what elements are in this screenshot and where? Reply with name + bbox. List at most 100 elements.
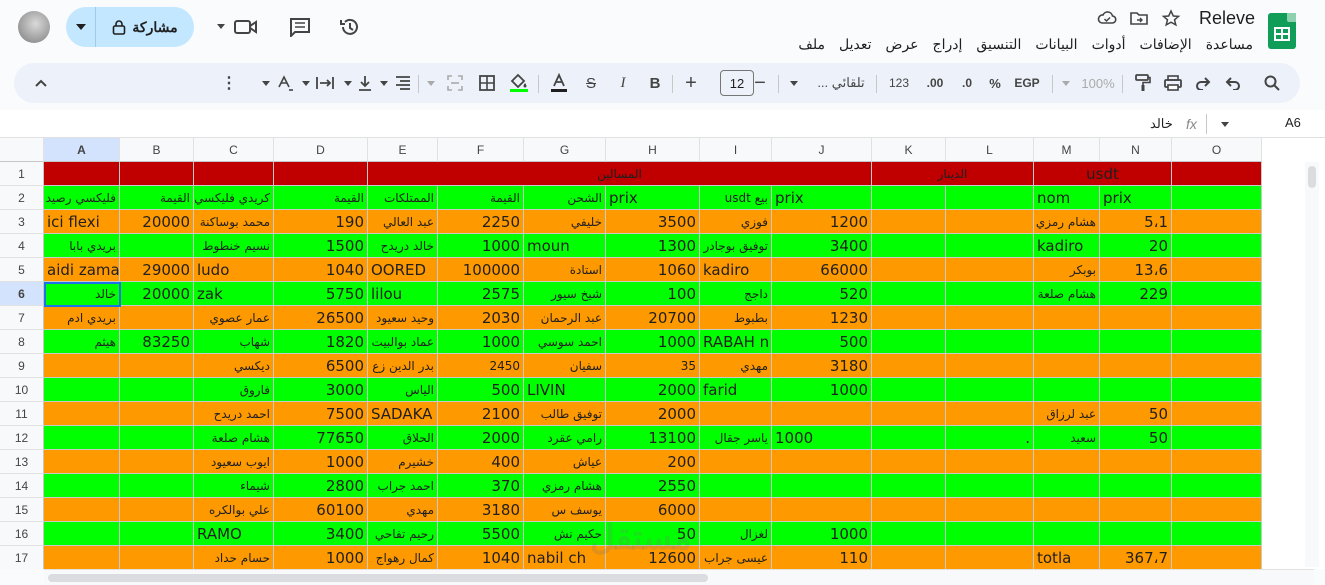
cell-g2[interactable]: الشحن xyxy=(524,186,606,210)
cell-f6[interactable]: 2575 xyxy=(438,282,524,306)
cell-o4[interactable] xyxy=(1172,234,1262,258)
cell-b9[interactable] xyxy=(120,354,194,378)
cell-l7[interactable] xyxy=(946,306,1034,330)
print-icon[interactable] xyxy=(1160,63,1186,103)
row-header-11[interactable]: 11 xyxy=(0,402,44,426)
cell-e12[interactable]: الحلاق xyxy=(368,426,438,450)
decrease-decimal-button[interactable]: .0 xyxy=(954,63,980,103)
cell-o13[interactable] xyxy=(1172,450,1262,474)
cell-j4[interactable]: 3400 xyxy=(772,234,872,258)
cell-a4[interactable]: بريدي بابا xyxy=(44,234,120,258)
column-header-k[interactable]: K xyxy=(872,138,946,162)
cell-e9[interactable]: بدر الدين زع xyxy=(368,354,438,378)
cell-h6[interactable]: 100 xyxy=(606,282,700,306)
cell-d6[interactable]: 5750 xyxy=(274,282,368,306)
menu-view[interactable]: عرض xyxy=(886,36,919,53)
merge-cells-icon[interactable] xyxy=(442,63,468,103)
cell-l17[interactable] xyxy=(946,546,1034,569)
font-dropdown-icon[interactable] xyxy=(786,63,802,103)
avatar[interactable] xyxy=(18,11,50,43)
cell-o5[interactable] xyxy=(1172,258,1262,282)
cell-n15[interactable] xyxy=(1100,498,1172,522)
menu-edit[interactable]: تعديل xyxy=(839,36,872,53)
cell-m6[interactable]: هشام صلعة xyxy=(1034,282,1100,306)
cell-o6[interactable] xyxy=(1172,282,1262,306)
cell-b1[interactable] xyxy=(120,162,194,186)
text-rotation-icon[interactable] xyxy=(272,63,298,103)
cell-l12[interactable]: . xyxy=(946,426,1034,450)
row-header-4[interactable]: 4 xyxy=(0,234,44,258)
cell-k4[interactable] xyxy=(872,234,946,258)
borders-icon[interactable] xyxy=(474,63,500,103)
cell-h4[interactable]: 1300 xyxy=(606,234,700,258)
cell-b10[interactable] xyxy=(120,378,194,402)
cell-j2[interactable]: prix xyxy=(772,186,872,210)
row-header-8[interactable]: 8 xyxy=(0,330,44,354)
valign-dropdown-icon[interactable] xyxy=(342,63,354,103)
cell-j9[interactable]: 3180 xyxy=(772,354,872,378)
cell-f5[interactable]: 100000 xyxy=(438,258,524,282)
cell-d13[interactable]: 1000 xyxy=(274,450,368,474)
cell-m15[interactable] xyxy=(1034,498,1100,522)
cell-d1[interactable] xyxy=(274,162,368,186)
cell-a16[interactable] xyxy=(44,522,120,546)
column-header-a[interactable]: A xyxy=(44,138,120,162)
merge-dropdown-icon[interactable] xyxy=(424,63,438,103)
row-header-17[interactable]: 17 xyxy=(0,546,44,569)
cell-e8[interactable]: عماد بوالبيت xyxy=(368,330,438,354)
cell-n5[interactable]: 13،6 xyxy=(1100,258,1172,282)
cell-l13[interactable] xyxy=(946,450,1034,474)
cell-f7[interactable]: 2030 xyxy=(438,306,524,330)
cell-l3[interactable] xyxy=(946,210,1034,234)
cell-m12[interactable]: سعيد xyxy=(1034,426,1100,450)
cell-i17[interactable]: عيسى جراب xyxy=(700,546,772,569)
cell-j5[interactable]: 66000 xyxy=(772,258,872,282)
cell-a3[interactable]: ici flexi xyxy=(44,210,120,234)
cell-a1[interactable] xyxy=(44,162,120,186)
cell-o15[interactable] xyxy=(1172,498,1262,522)
cell-a2[interactable]: فليكسي رصيد xyxy=(44,186,120,210)
cell-m5[interactable]: بوبكر xyxy=(1034,258,1100,282)
cell-i7[interactable]: بطبوط xyxy=(700,306,772,330)
cell-l4[interactable] xyxy=(946,234,1034,258)
cell-k3[interactable] xyxy=(872,210,946,234)
cell-g9[interactable]: سفيان xyxy=(524,354,606,378)
cell-b15[interactable] xyxy=(120,498,194,522)
cell-o14[interactable] xyxy=(1172,474,1262,498)
row-header-6[interactable]: 6 xyxy=(0,282,44,306)
name-box[interactable]: A6 xyxy=(1285,115,1325,130)
cell-f11[interactable]: 2100 xyxy=(438,402,524,426)
cell-d10[interactable]: 3000 xyxy=(274,378,368,402)
cell-g13[interactable]: عياش xyxy=(524,450,606,474)
cell-j16[interactable]: 1000 xyxy=(772,522,872,546)
cell-c10[interactable]: فاروق xyxy=(194,378,274,402)
row-header-3[interactable]: 3 xyxy=(0,210,44,234)
cell-c12[interactable]: هشام صلعة xyxy=(194,426,274,450)
cell-b3[interactable]: 20000 xyxy=(120,210,194,234)
cell-c9[interactable]: ديكسي xyxy=(194,354,274,378)
text-color-icon[interactable] xyxy=(546,63,572,103)
cell-n14[interactable] xyxy=(1100,474,1172,498)
cell-i8[interactable]: RABAH n xyxy=(700,330,772,354)
cell-n2[interactable]: prix xyxy=(1100,186,1172,210)
cell-o10[interactable] xyxy=(1172,378,1262,402)
cell-m14[interactable] xyxy=(1034,474,1100,498)
horizontal-scrollbar[interactable] xyxy=(44,569,1314,585)
cell-g12[interactable]: رامي عقرد xyxy=(524,426,606,450)
cell-e11[interactable]: SADAKA xyxy=(368,402,438,426)
cell-g4[interactable]: moun xyxy=(524,234,606,258)
cell-g10[interactable]: LIVIN xyxy=(524,378,606,402)
menu-data[interactable]: البيانات xyxy=(1035,36,1077,53)
merged-header-k-l[interactable]: الدينار xyxy=(872,162,1034,186)
cell-m16[interactable] xyxy=(1034,522,1100,546)
cell-m13[interactable] xyxy=(1034,450,1100,474)
cell-l15[interactable] xyxy=(946,498,1034,522)
cell-j8[interactable]: 500 xyxy=(772,330,872,354)
vertical-scrollbar[interactable] xyxy=(1305,162,1319,567)
cell-l11[interactable] xyxy=(946,402,1034,426)
cell-g3[interactable]: خليفي xyxy=(524,210,606,234)
merged-header-m-n[interactable]: usdt xyxy=(1034,162,1172,186)
cell-d16[interactable]: 3400 xyxy=(274,522,368,546)
cell-n17[interactable]: 367،7 xyxy=(1100,546,1172,569)
cell-m11[interactable]: عبد لرزاق xyxy=(1034,402,1100,426)
